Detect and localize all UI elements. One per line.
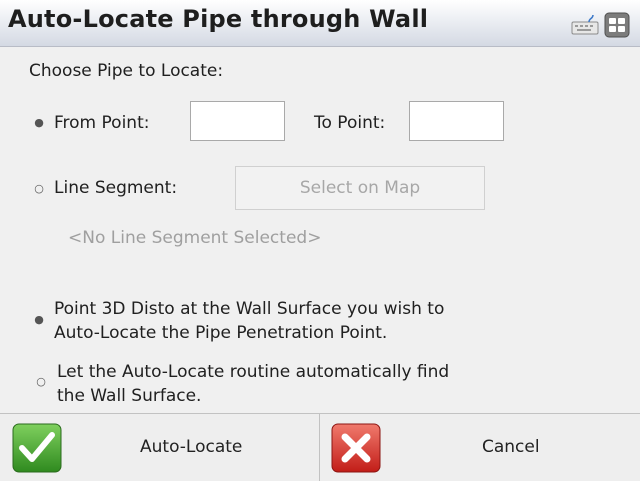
dialog-body: Choose Pipe to Locate: ● From Point: To …: [0, 47, 640, 413]
auto-find-option-line2: the Wall Surface.: [57, 386, 202, 406]
no-line-segment-text: <No Line Segment Selected>: [68, 228, 322, 248]
cancel-label: Cancel: [482, 437, 540, 457]
keyboard-icon[interactable]: [571, 14, 599, 36]
cancel-button[interactable]: Cancel: [321, 414, 640, 481]
x-icon: [331, 423, 381, 473]
checkmark-icon: [12, 423, 62, 473]
footer-bar: Auto-Locate Cancel: [0, 413, 640, 481]
window-title: Auto-Locate Pipe through Wall: [8, 5, 429, 33]
title-bar: Auto-Locate Pipe through Wall: [0, 0, 640, 47]
from-point-radio[interactable]: ●: [33, 117, 45, 129]
auto-find-option-radio[interactable]: ○: [35, 376, 47, 388]
disto-option-radio[interactable]: ●: [33, 314, 45, 326]
choose-pipe-label: Choose Pipe to Locate:: [29, 61, 224, 81]
disto-option-line2: Auto-Locate the Pipe Penetration Point.: [54, 323, 388, 343]
to-point-field[interactable]: [409, 101, 504, 141]
select-on-map-button[interactable]: Select on Map: [235, 166, 485, 210]
menu-icon[interactable]: [604, 12, 630, 38]
auto-locate-button[interactable]: Auto-Locate: [0, 414, 320, 481]
auto-find-option-line1: Let the Auto-Locate routine automaticall…: [57, 362, 450, 382]
from-point-label: From Point:: [54, 113, 150, 133]
disto-option-line1: Point 3D Disto at the Wall Surface you w…: [54, 299, 445, 319]
line-segment-radio[interactable]: ○: [33, 183, 45, 195]
auto-locate-label: Auto-Locate: [140, 437, 243, 457]
from-point-field[interactable]: [190, 101, 285, 141]
line-segment-label: Line Segment:: [54, 178, 178, 198]
to-point-label: To Point:: [314, 113, 386, 133]
